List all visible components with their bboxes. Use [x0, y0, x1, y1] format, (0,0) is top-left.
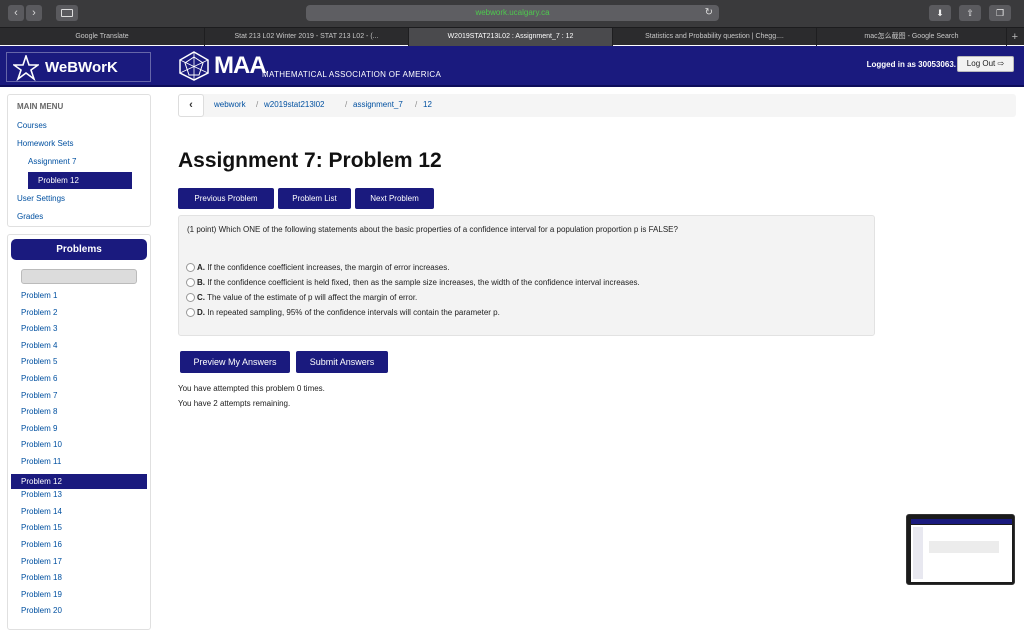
webwork-logo-text: WeBWorK	[45, 59, 118, 76]
preview-answers-button[interactable]: Preview My Answers	[180, 351, 290, 373]
problem-body: (1 point) Which ONE of the following sta…	[178, 215, 875, 336]
tab-google-search[interactable]: mac怎么截图 - Google Search	[817, 28, 1007, 46]
radio-button[interactable]	[186, 308, 195, 318]
radio-button[interactable]	[186, 278, 195, 288]
option-b[interactable]: B. If the confidence coefficient is held…	[186, 278, 640, 288]
crumb-assignment[interactable]: assignment_7	[353, 100, 403, 109]
tab-bar: Google Translate Stat 213 L02 Winter 201…	[0, 27, 1024, 46]
menu-homework-sets[interactable]: Homework Sets	[17, 139, 73, 148]
problem-link[interactable]: Problem 7	[21, 391, 148, 400]
screenshot-thumbnail[interactable]	[906, 514, 1015, 585]
problem-link[interactable]: Problem 6	[21, 374, 148, 383]
problem-link[interactable]: Problem 15	[21, 523, 148, 532]
main-menu: MAIN MENU Courses Homework Sets Assignme…	[7, 94, 151, 227]
problem-link[interactable]: Problem 16	[21, 540, 148, 549]
webwork-star-icon	[13, 55, 39, 81]
option-letter: C.	[197, 293, 205, 302]
forward-nav-icon[interactable]: ›	[26, 5, 42, 21]
thumbnail-problem-box	[929, 541, 999, 553]
maa-title: MAA	[214, 52, 267, 79]
problem-link[interactable]: Problem 4	[21, 341, 148, 350]
attempts-remaining-text: You have 2 attempts remaining.	[178, 399, 291, 408]
logged-in-text: Logged in as 30053063.	[866, 60, 956, 69]
attempts-count-text: You have attempted this problem 0 times.	[178, 384, 325, 393]
crumb-problem: 12	[423, 100, 432, 109]
breadcrumb-back-button[interactable]: ‹	[178, 94, 204, 117]
webwork-header: WeBWorK MAA MATHEMATICAL ASSOCIATION OF …	[0, 46, 1024, 87]
problem-link-active[interactable]: Problem 12	[11, 473, 147, 489]
address-bar[interactable]: webwork.ucalgary.ca ↻	[306, 5, 719, 21]
menu-user-settings[interactable]: User Settings	[17, 194, 65, 203]
option-letter: D.	[197, 308, 205, 317]
option-a[interactable]: A. If the confidence coefficient increas…	[186, 263, 450, 273]
crumb-course[interactable]: w2019stat213l02	[264, 100, 325, 109]
question-text: (1 point) Which ONE of the following sta…	[187, 225, 678, 234]
menu-assignment[interactable]: Assignment 7	[28, 157, 76, 166]
tab-assignment[interactable]: W2019STAT213L02 : Assignment_7 : 12	[409, 28, 613, 46]
page-title: Assignment 7: Problem 12	[178, 149, 442, 172]
problem-link[interactable]: Problem 5	[21, 357, 148, 366]
sidebar-toggle-icon[interactable]	[56, 5, 78, 21]
problem-link[interactable]: Problem 11	[21, 457, 148, 466]
browser-toolbar: ‹ › webwork.ucalgary.ca ↻ ⬇ ⇧ ❐	[0, 0, 1024, 27]
problem-link[interactable]: Problem 20	[21, 606, 148, 615]
problem-link[interactable]: Problem 2	[21, 308, 148, 317]
problems-progress-bar	[21, 269, 137, 284]
thumbnail-header	[911, 519, 1012, 524]
problem-link[interactable]: Problem 19	[21, 590, 148, 599]
problem-link[interactable]: Problem 14	[21, 507, 148, 516]
logout-button[interactable]: Log Out ⇨	[957, 56, 1014, 72]
maa-subtitle: MATHEMATICAL ASSOCIATION OF AMERICA	[262, 70, 442, 79]
option-text: If the confidence coefficient is held fi…	[205, 278, 640, 287]
tab-stat213[interactable]: Stat 213 L02 Winter 2019 - STAT 213 L02 …	[205, 28, 409, 46]
problem-link[interactable]: Problem 3	[21, 324, 148, 333]
next-problem-button[interactable]: Next Problem	[355, 188, 434, 209]
menu-grades[interactable]: Grades	[17, 212, 43, 221]
problem-link[interactable]: Problem 18	[21, 573, 148, 582]
problem-link[interactable]: Problem 17	[21, 557, 148, 566]
crumb-separator: /	[415, 100, 418, 109]
crumb-separator: /	[345, 100, 348, 109]
thumbnail-page	[911, 525, 1012, 582]
problem-link[interactable]: Problem 8	[21, 407, 148, 416]
maa-logo-icon	[179, 51, 209, 81]
main-menu-heading: MAIN MENU	[17, 102, 64, 111]
problem-list-button[interactable]: Problem List	[278, 188, 351, 209]
url-text: webwork.ucalgary.ca	[475, 8, 550, 17]
breadcrumb: ‹ webwork / w2019stat213l02 / assignment…	[178, 94, 1016, 117]
option-text: In repeated sampling, 95% of the confide…	[205, 308, 500, 317]
problem-link[interactable]: Problem 10	[21, 440, 148, 449]
option-letter: B.	[197, 278, 205, 287]
option-text: If the confidence coefficient increases,…	[205, 263, 450, 272]
option-c[interactable]: C. The value of the estimate of p will a…	[186, 293, 418, 303]
tab-google-translate[interactable]: Google Translate	[0, 28, 205, 46]
problems-panel: Problems Problem 1 Problem 2 Problem 3 Prob…	[7, 234, 151, 630]
reload-icon[interactable]: ↻	[705, 5, 713, 21]
menu-courses[interactable]: Courses	[17, 121, 47, 130]
problem-link[interactable]: Problem 13	[21, 490, 148, 499]
problems-header: Problems	[11, 239, 147, 260]
back-nav-icon[interactable]: ‹	[8, 5, 24, 21]
tab-chegg[interactable]: Statistics and Probability question | Ch…	[613, 28, 817, 46]
webwork-logo[interactable]: WeBWorK	[6, 52, 151, 82]
submit-answers-button[interactable]: Submit Answers	[296, 351, 388, 373]
share-icon[interactable]: ⇧	[959, 5, 981, 21]
problem-link[interactable]: Problem 9	[21, 424, 148, 433]
option-letter: A.	[197, 263, 205, 272]
tabs-overview-icon[interactable]: ❐	[989, 5, 1011, 21]
previous-problem-button[interactable]: Previous Problem	[178, 188, 274, 209]
option-text: The value of the estimate of p will affe…	[205, 293, 418, 302]
crumb-webwork[interactable]: webwork	[214, 100, 246, 109]
crumb-separator: /	[256, 100, 259, 109]
new-tab-icon[interactable]: +	[1012, 28, 1018, 46]
problem-link[interactable]: Problem 1	[21, 291, 148, 300]
download-icon[interactable]: ⬇	[929, 5, 951, 21]
thumbnail-sidebar	[913, 527, 923, 579]
radio-button[interactable]	[186, 293, 195, 303]
radio-button[interactable]	[186, 263, 195, 273]
menu-problem-active[interactable]: Problem 12	[28, 172, 132, 189]
option-d[interactable]: D. In repeated sampling, 95% of the conf…	[186, 308, 500, 318]
